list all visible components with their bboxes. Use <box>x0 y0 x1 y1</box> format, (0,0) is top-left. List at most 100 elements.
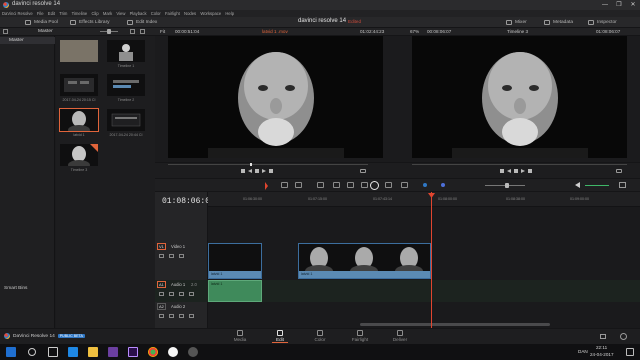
flag-color-icon[interactable] <box>423 183 427 187</box>
go-start-icon[interactable] <box>500 169 504 173</box>
menu-item-help[interactable]: Help <box>225 11 234 16</box>
play-icon[interactable] <box>262 169 266 173</box>
record-scrubber[interactable] <box>412 164 627 165</box>
source-clip-name[interactable]: latvid 1 .mov <box>262 29 288 34</box>
minimize-button[interactable]: — <box>598 0 612 10</box>
track-id-a2[interactable]: A2 <box>157 303 166 310</box>
page-media[interactable]: Media <box>222 330 258 342</box>
menu-item-file[interactable]: File <box>37 11 44 16</box>
menu-item-nodes[interactable]: Nodes <box>184 11 196 16</box>
clip-timeline-1[interactable]: Timeline 1 <box>107 40 145 68</box>
windows-start-icon[interactable] <box>6 347 16 357</box>
overwrite-clip-icon[interactable] <box>347 182 354 188</box>
menu-item-trim[interactable]: Trim <box>59 11 67 16</box>
source-zoom-dropdown[interactable]: Fit <box>160 29 165 34</box>
edit-index-button[interactable]: Edit Index <box>127 18 157 27</box>
auto-select-icon[interactable] <box>169 314 174 318</box>
menu-item-clip[interactable]: Clip <box>91 11 98 16</box>
go-end-icon[interactable] <box>528 169 532 173</box>
clock-time[interactable]: 22:11 <box>596 345 607 350</box>
metadata-button[interactable]: Metadata <box>544 18 573 27</box>
zoom-slider-handle[interactable] <box>505 183 509 188</box>
list-view-icon[interactable] <box>140 29 145 34</box>
chrome-icon[interactable] <box>148 347 158 357</box>
auto-select-icon[interactable] <box>169 254 174 258</box>
clip-timeline-3[interactable]: Timeline 3 <box>60 144 98 172</box>
clock-date[interactable]: 24-04-2017 <box>590 352 614 357</box>
clip-blank[interactable] <box>60 40 98 64</box>
stop-icon[interactable] <box>255 169 259 173</box>
go-start-icon[interactable] <box>241 169 245 173</box>
page-edit[interactable]: Edit <box>262 330 298 343</box>
play-reverse-icon[interactable] <box>507 169 511 173</box>
slider-handle[interactable] <box>107 29 111 34</box>
app-icon[interactable] <box>188 347 198 357</box>
timeline-name[interactable]: Timeline 3 <box>507 29 528 34</box>
auto-select-icon[interactable] <box>169 292 174 296</box>
resolve-taskbar-icon[interactable] <box>168 347 178 357</box>
blade-tool-icon[interactable] <box>317 182 324 188</box>
loop-icon[interactable] <box>360 169 366 173</box>
timeline-viewer[interactable] <box>412 36 627 158</box>
mute-icon[interactable] <box>189 314 194 318</box>
timeline-scrollbar[interactable] <box>360 323 550 326</box>
solo-icon[interactable] <box>179 314 184 318</box>
settings-icon[interactable] <box>620 333 627 340</box>
lock-track-icon[interactable] <box>159 292 164 296</box>
source-scrubber[interactable] <box>168 164 368 165</box>
search-icon[interactable] <box>28 348 36 356</box>
mixer-button[interactable]: Mixer <box>506 18 527 27</box>
clip-latvid-1[interactable]: latvid 1 <box>59 108 99 137</box>
insert-clip-icon[interactable] <box>333 182 340 188</box>
toggle-track-icon[interactable] <box>179 254 184 258</box>
track-id-v1[interactable]: V1 <box>157 243 166 250</box>
inspector-button[interactable]: Inspector <box>588 18 617 27</box>
page-fairlight[interactable]: Fairlight <box>342 330 378 342</box>
clip-timeline-2[interactable]: Timeline 2 <box>107 74 145 102</box>
lock-track-icon[interactable] <box>159 314 164 318</box>
playhead[interactable] <box>431 192 432 328</box>
task-view-icon[interactable] <box>48 347 58 357</box>
track-name-a2[interactable]: Audio 2 <box>171 304 185 309</box>
trim-tool-icon[interactable] <box>281 182 288 188</box>
track-name-v1[interactable]: Video 1 <box>171 244 185 249</box>
smart-bins-label[interactable]: Smart Bins <box>4 286 27 291</box>
effects-library-button[interactable]: Effects Library <box>70 18 110 27</box>
mute-icon[interactable] <box>189 292 194 296</box>
volume-slider[interactable] <box>585 185 609 186</box>
video-clip-2[interactable]: latvid 1 <box>298 243 431 279</box>
media-pool-button[interactable]: Media Pool <box>25 18 58 27</box>
dynamic-trim-icon[interactable] <box>295 182 302 188</box>
file-explorer-icon[interactable] <box>88 347 98 357</box>
snapping-icon[interactable] <box>370 181 379 190</box>
source-scrubber-handle[interactable] <box>250 163 252 166</box>
track-id-a1[interactable]: A1 <box>157 281 166 288</box>
go-end-icon[interactable] <box>269 169 273 173</box>
clip-video-1[interactable]: 2017-04-24 20:15 CI <box>60 74 98 102</box>
menu-item-timeline[interactable]: Timeline <box>72 11 88 16</box>
position-lock-icon[interactable] <box>401 182 408 188</box>
home-icon[interactable] <box>600 334 606 339</box>
bin-master[interactable]: Master <box>0 37 55 44</box>
sidebar-toggle-icon[interactable] <box>3 29 8 34</box>
stop-icon[interactable] <box>514 169 518 173</box>
menu-item-fairlight[interactable]: Fairlight <box>165 11 180 16</box>
play-reverse-icon[interactable] <box>248 169 252 173</box>
premiere-icon[interactable] <box>128 347 138 357</box>
page-color[interactable]: Color <box>302 330 338 342</box>
play-icon[interactable] <box>521 169 525 173</box>
menu-item-playback[interactable]: Playback <box>130 11 147 16</box>
menu-item-color[interactable]: Color <box>151 11 161 16</box>
edge-icon[interactable] <box>68 347 78 357</box>
menu-item-resolve[interactable]: DaVinci Resolve <box>2 11 33 16</box>
clip-video-2[interactable]: 2017-04-24 20:44 CI <box>107 109 145 137</box>
replace-clip-icon[interactable] <box>361 182 368 188</box>
speaker-icon[interactable] <box>575 182 580 188</box>
source-viewer[interactable] <box>168 36 383 158</box>
loop-icon[interactable] <box>616 169 622 173</box>
menu-item-view[interactable]: View <box>116 11 125 16</box>
timeline-ruler[interactable]: 01:06:30:00 01:07:15:00 01:07:43:14 01:0… <box>208 192 640 207</box>
store-icon[interactable] <box>108 347 118 357</box>
link-icon[interactable] <box>385 182 392 188</box>
maximize-button[interactable]: ❐ <box>612 0 626 10</box>
